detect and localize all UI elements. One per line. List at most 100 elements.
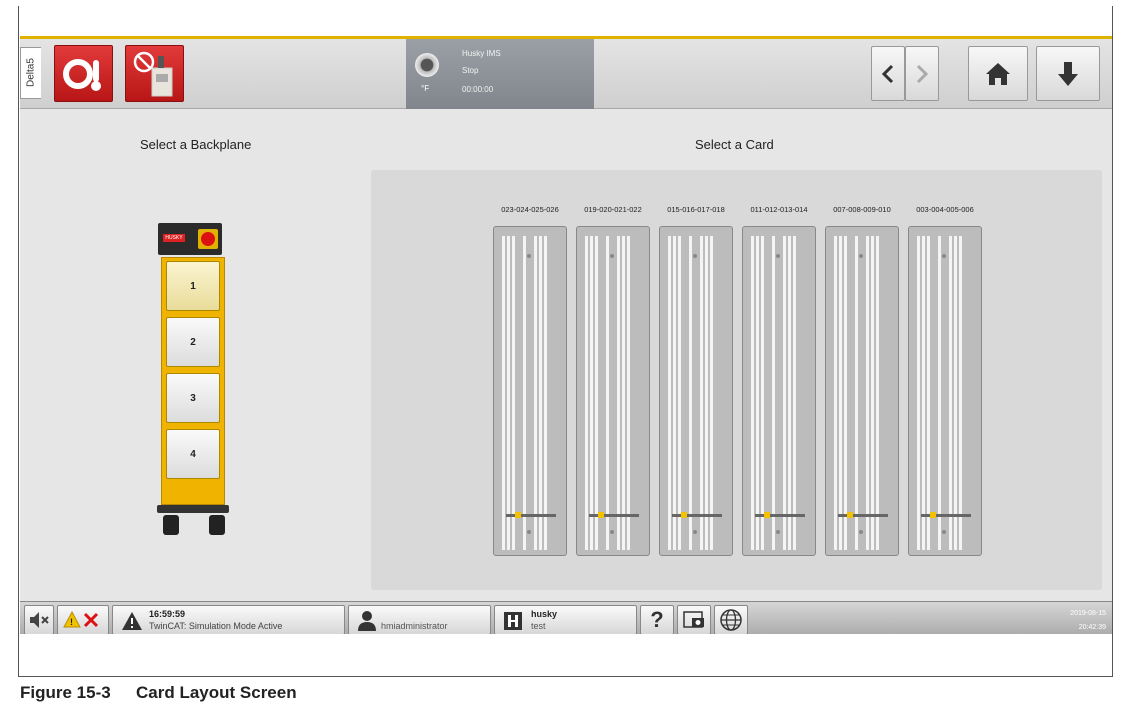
status-system-name: Husky IMS <box>462 49 501 58</box>
wheel-icon <box>163 515 179 535</box>
card-screw-icon <box>776 254 780 258</box>
card-rail <box>668 236 671 550</box>
card-slot-2[interactable] <box>576 226 650 556</box>
card-slot-3[interactable] <box>659 226 733 556</box>
card-rail <box>876 236 879 550</box>
card-rail <box>606 236 609 550</box>
figure-title: Card Layout Screen <box>136 683 297 702</box>
card-rail <box>673 236 676 550</box>
alarm-text: TwinCAT: Simulation Mode Active <box>149 621 283 631</box>
card-rail <box>622 236 625 550</box>
mold-name: husky <box>531 609 558 619</box>
card-rail <box>917 236 920 550</box>
backplane-slot-3[interactable]: 3 <box>166 373 220 423</box>
card-rail <box>834 236 837 550</box>
card-screw-icon <box>859 530 863 534</box>
arrow-down-icon <box>1058 61 1078 86</box>
card-connector <box>921 514 971 517</box>
clock-time: 20:42:39 <box>1078 624 1106 631</box>
temperature-unit: °F <box>421 84 430 93</box>
card-led-icon <box>930 512 936 518</box>
status-state: Stop <box>462 66 479 75</box>
download-button[interactable] <box>1036 46 1100 101</box>
machine-status-panel: °F Husky IMS Stop 00:00:00 <box>406 39 594 109</box>
backplane-body: 1 2 3 4 <box>161 257 225 505</box>
backplane[interactable]: HUSKY 1 2 3 4 <box>157 223 229 535</box>
alarm-reset-button[interactable]: ! <box>57 605 109 634</box>
power-switch-icon <box>198 229 218 249</box>
card-rail <box>949 236 952 550</box>
card-screw-icon <box>942 530 946 534</box>
heater-off-icon <box>63 59 101 91</box>
card-slot-4[interactable] <box>742 226 816 556</box>
forward-button[interactable] <box>905 46 939 101</box>
backplane-header: HUSKY <box>158 223 222 255</box>
figure-number: Figure 15-3 <box>20 683 111 702</box>
chevron-right-icon <box>916 64 929 83</box>
backplane-heading: Select a Backplane <box>140 137 252 152</box>
card-rail <box>544 236 547 550</box>
figure-caption: Figure 15-3 Card Layout Screen <box>20 683 297 703</box>
top-bar: Delta5 °F Husky IMS Stop 00:00:00 <box>20 39 1112 109</box>
card-rail <box>502 236 505 550</box>
mold-sub: test <box>531 621 546 631</box>
delta5-tab[interactable]: Delta5 <box>20 47 41 99</box>
card-rail <box>705 236 708 550</box>
home-button[interactable] <box>968 46 1028 101</box>
svg-text:!: ! <box>70 617 73 627</box>
card-label: 023-024-025-026 <box>501 205 559 214</box>
backplane-slot-4[interactable]: 4 <box>166 429 220 479</box>
mute-button[interactable] <box>24 605 54 634</box>
card-rail <box>844 236 847 550</box>
card-rail <box>927 236 930 550</box>
help-button[interactable]: ? <box>640 605 674 634</box>
card-rail <box>793 236 796 550</box>
card-slot-5[interactable] <box>825 226 899 556</box>
screenshot-button[interactable] <box>677 605 711 634</box>
card-rail <box>507 236 510 550</box>
alarm-message-button[interactable]: 16:59:59 TwinCAT: Simulation Mode Active <box>112 605 345 634</box>
card-led-icon <box>847 512 853 518</box>
user-icon <box>358 611 376 631</box>
hmi-screen: Delta5 °F Husky IMS Stop 00:00:00 Select… <box>20 36 1112 634</box>
card-slot-1[interactable] <box>493 226 567 556</box>
card-led-icon <box>681 512 687 518</box>
globe-icon <box>720 609 742 631</box>
card-screw-icon <box>610 530 614 534</box>
card-screw-icon <box>527 254 531 258</box>
mold-button[interactable]: husky test <box>494 605 637 634</box>
language-button[interactable] <box>714 605 748 634</box>
temperature-dial-icon <box>415 53 439 77</box>
mold-disabled-button[interactable] <box>125 45 184 102</box>
card-screw-icon <box>610 254 614 258</box>
card-connector <box>589 514 639 517</box>
card-label: 003-004-005-006 <box>916 205 974 214</box>
card-led-icon <box>598 512 604 518</box>
card-rail <box>871 236 874 550</box>
card-area: 023-024-025-026 019-020-021-022 015-016-01… <box>371 170 1102 590</box>
backplane-slot-2[interactable]: 2 <box>166 317 220 367</box>
card-rail <box>839 236 842 550</box>
card-rail <box>954 236 957 550</box>
card-rail <box>590 236 593 550</box>
card-rail <box>585 236 588 550</box>
card-slot-6[interactable] <box>908 226 982 556</box>
heater-alarm-button[interactable] <box>54 45 113 102</box>
card-rail <box>700 236 703 550</box>
card-heading: Select a Card <box>695 137 774 152</box>
card-rail <box>959 236 962 550</box>
bottom-bar: ! 16:59:59 TwinCAT: Simulation Mode Acti… <box>20 601 1112 634</box>
user-button[interactable]: hmiadministrator <box>348 605 491 634</box>
clock-date: 2019-08-15 <box>1070 610 1106 617</box>
user-name: hmiadministrator <box>381 621 448 631</box>
card-led-icon <box>764 512 770 518</box>
card-rail <box>617 236 620 550</box>
husky-logo: HUSKY <box>163 234 185 242</box>
card-rail <box>710 236 713 550</box>
backplane-slot-1[interactable]: 1 <box>166 261 220 311</box>
card-rail <box>788 236 791 550</box>
chevron-left-icon <box>881 64 894 83</box>
back-button[interactable] <box>871 46 905 101</box>
card-rail <box>523 236 526 550</box>
card-screw-icon <box>527 530 531 534</box>
